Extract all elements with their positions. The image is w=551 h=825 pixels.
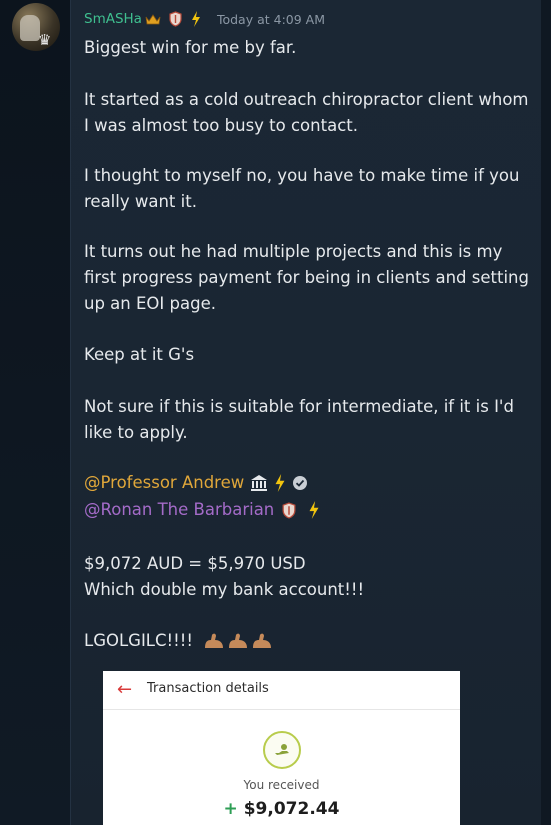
message-line-1: Biggest win for me by far. [84, 38, 297, 57]
message-header: SmASHa Today at 4:09 AM [84, 8, 325, 30]
message-paragraph-8: LGOLGILC!!!! [84, 628, 534, 654]
transaction-title: Transaction details [147, 681, 269, 696]
mention-row-professor: @Professor Andrew [84, 470, 534, 496]
transaction-header: ← Transaction details [103, 671, 460, 710]
bank-icon [251, 475, 268, 491]
shield-badge-icon [169, 11, 182, 27]
back-arrow-icon[interactable]: ← [117, 679, 132, 700]
flexed-biceps-icon [228, 633, 247, 648]
username[interactable]: SmASHa [84, 11, 142, 27]
lightning-icon [275, 474, 285, 492]
money-received-icon [263, 731, 301, 769]
transaction-screenshot[interactable]: ← Transaction details You received + $9,… [103, 671, 460, 825]
flexed-biceps-group [203, 632, 273, 650]
message-paragraph-2: It started as a cold outreach chiropract… [84, 90, 529, 135]
mention-professor-andrew[interactable]: @Professor Andrew [84, 470, 244, 496]
lightning-badge-icon [191, 11, 200, 27]
lightning-icon [309, 501, 319, 519]
crown-badge-icon [145, 13, 161, 24]
shield-icon [282, 501, 296, 519]
received-amount: + $9,072.44 [103, 799, 460, 819]
timestamp: Today at 4:09 AM [216, 11, 325, 27]
message-paragraph-7b: Which double my bank account!!! [84, 580, 365, 599]
verified-icon [293, 476, 308, 490]
avatar-figure [20, 15, 40, 41]
celebration-text: LGOLGILC!!!! [84, 631, 193, 650]
amount-value: $9,072.44 [243, 799, 340, 819]
plus-sign: + [223, 799, 238, 819]
message-paragraph-3: I thought to myself no, you have to make… [84, 166, 520, 211]
received-label: You received [243, 778, 320, 792]
message-paragraph-4: It turns out he had multiple projects an… [84, 242, 529, 313]
flexed-biceps-icon [204, 633, 223, 648]
flexed-biceps-icon [252, 633, 271, 648]
message-paragraph-7a: $9,072 AUD = $5,970 USD [84, 554, 306, 573]
mention-ronan-the-barbarian[interactable]: @Ronan The Barbarian [84, 497, 274, 523]
message-paragraph-6: Not sure if this is suitable for interme… [84, 397, 514, 442]
avatar-crown-icon: ♛ [38, 31, 52, 49]
mention-row-ronan: @Ronan The Barbarian [84, 497, 534, 523]
message-paragraph-5: Keep at it G's [84, 345, 195, 364]
avatar[interactable]: ♛ [12, 3, 60, 51]
left-rail [0, 0, 70, 825]
